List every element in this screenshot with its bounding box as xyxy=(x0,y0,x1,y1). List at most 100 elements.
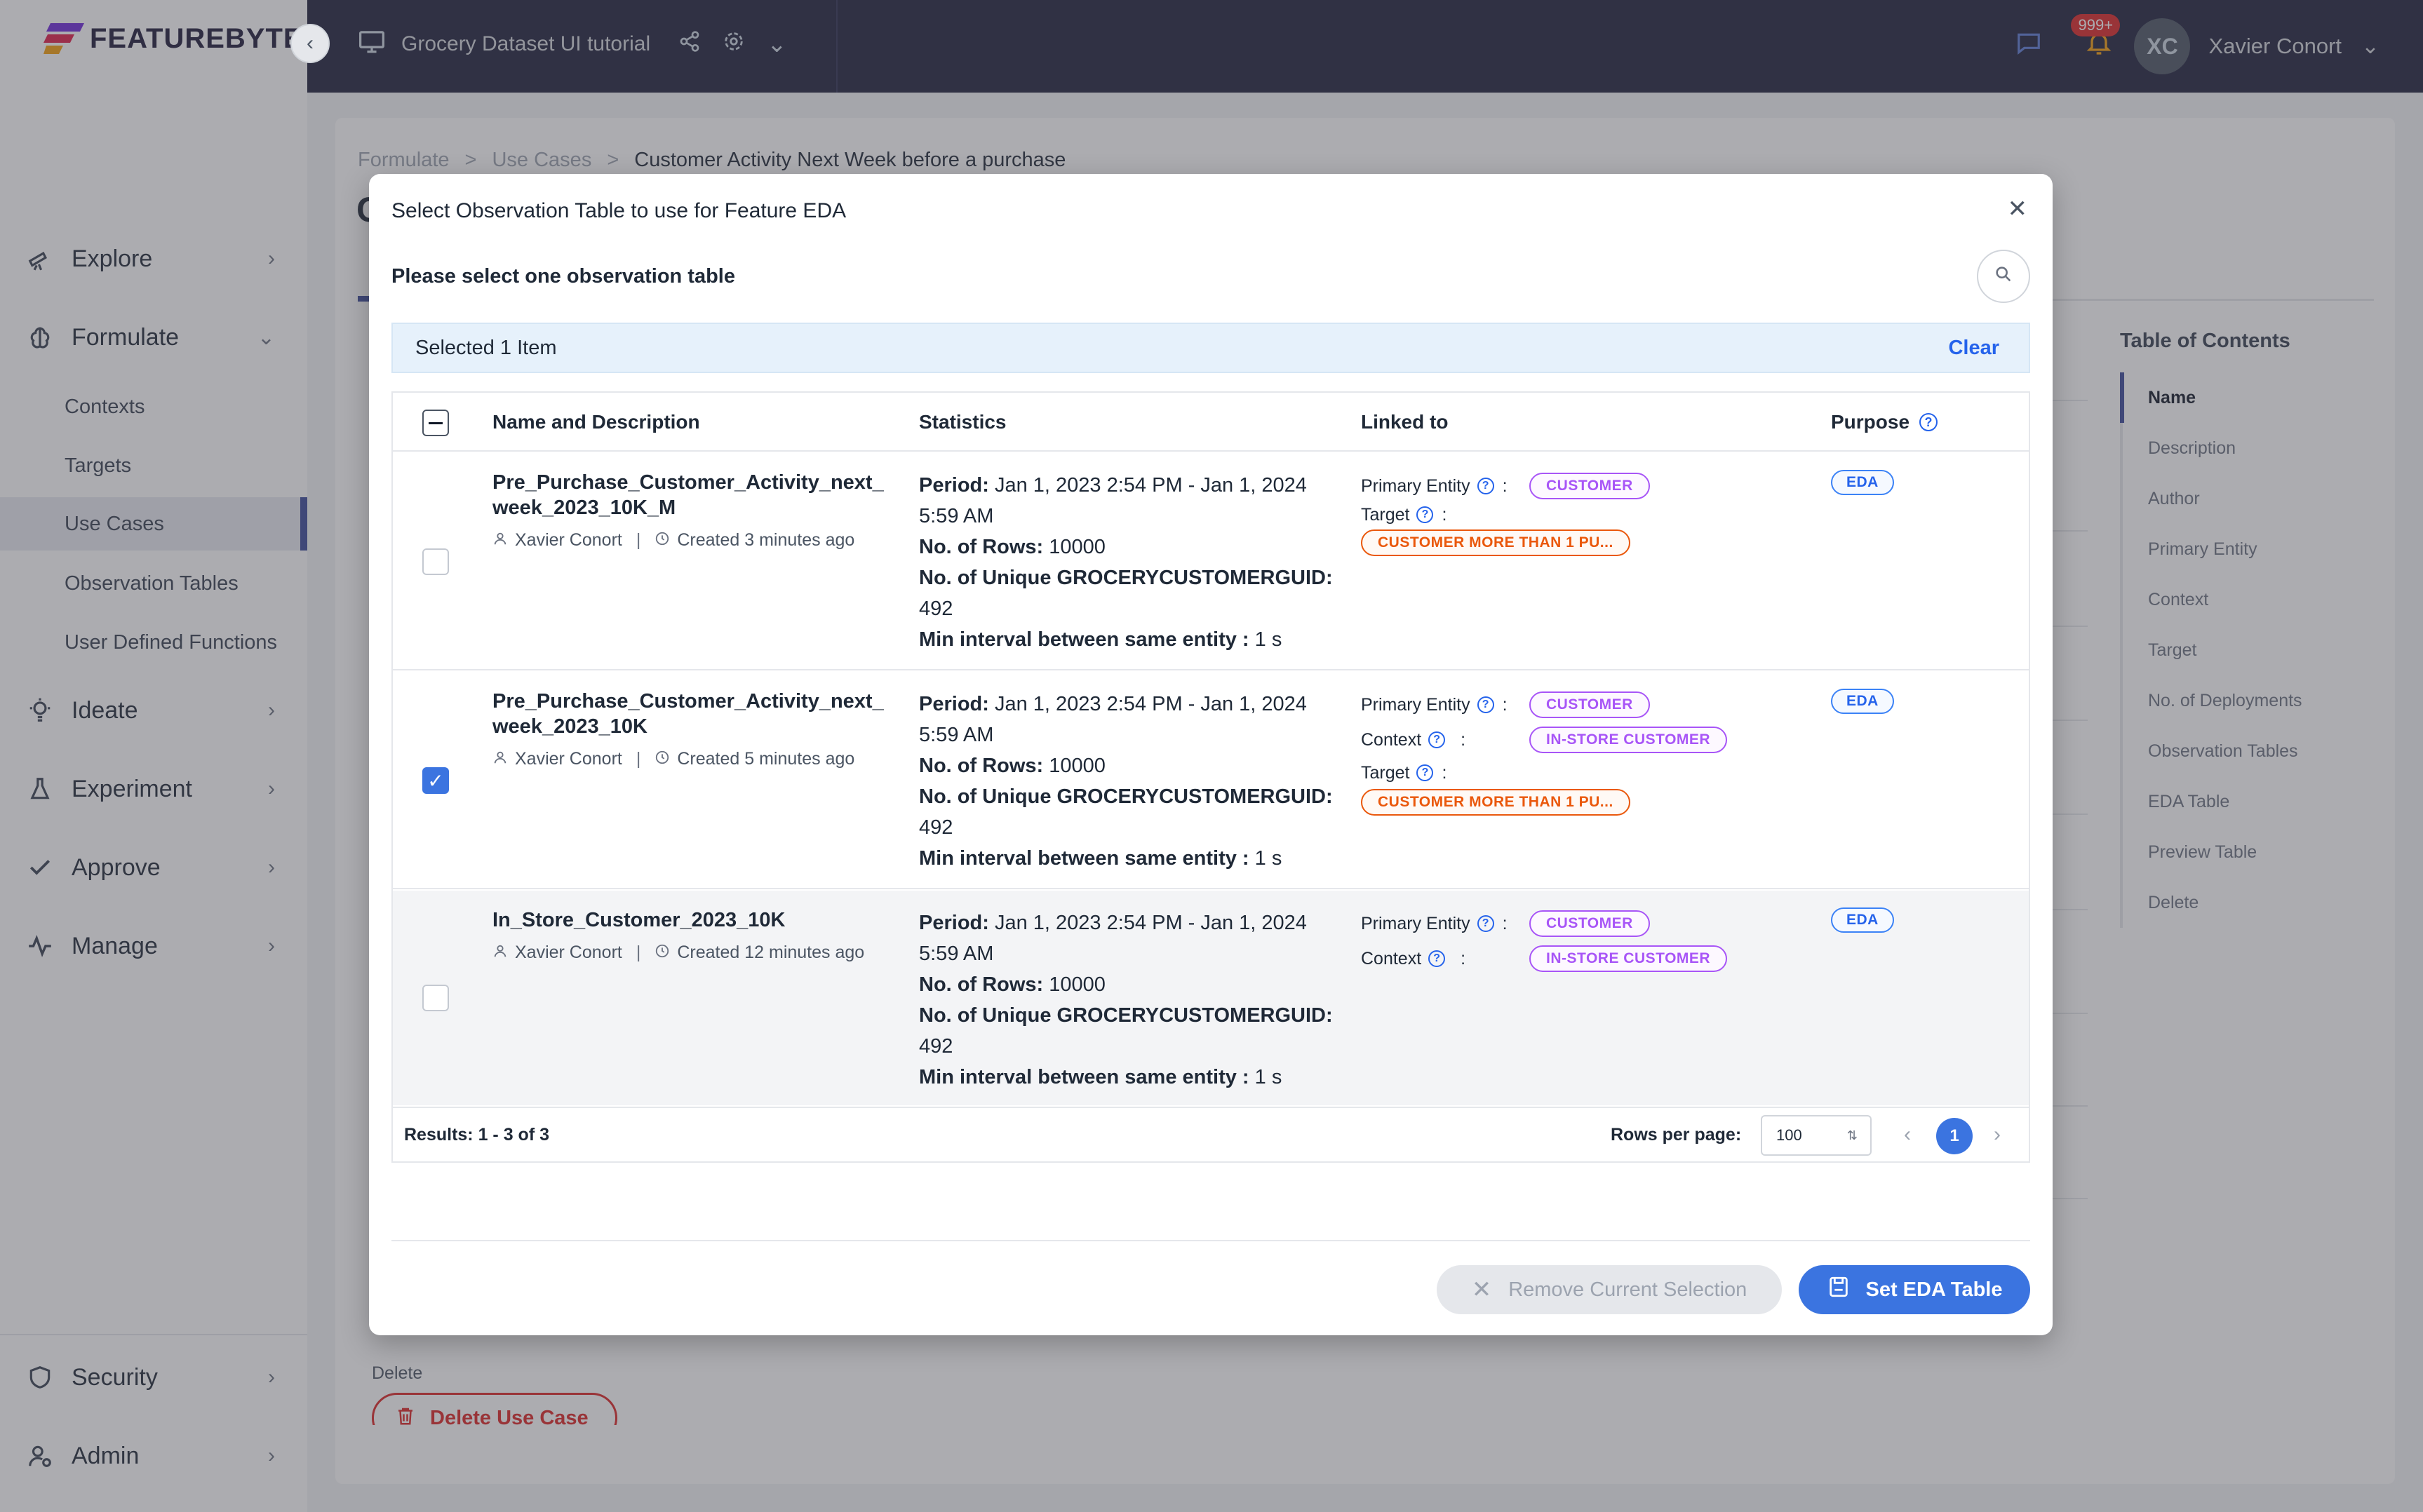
rows-per-page-label: Rows per page: xyxy=(1611,1124,1742,1145)
clock-icon xyxy=(655,943,670,963)
row-purpose: EDA xyxy=(1831,689,1894,714)
table-header: Name and Description Statistics Linked t… xyxy=(393,393,2029,452)
chevron-left-icon: ‹ xyxy=(307,32,314,55)
linked-context: Context?: IN-STORE CUSTOMER xyxy=(1361,721,1810,759)
context-pill[interactable]: IN-STORE CUSTOMER xyxy=(1529,727,1728,753)
collapse-sidebar-button[interactable]: ‹ xyxy=(290,24,330,63)
column-header-statistics: Statistics xyxy=(919,411,1007,433)
row-name-cell: In_Store_Customer_2023_10K Xavier Conort… xyxy=(492,907,892,963)
observation-table-list: Name and Description Statistics Linked t… xyxy=(391,391,2030,1163)
results-count: Results: 1 - 3 of 3 xyxy=(404,1124,549,1145)
help-icon[interactable]: ? xyxy=(1428,950,1446,967)
linked-target: Target?: xyxy=(1361,504,1447,525)
row-checkbox[interactable] xyxy=(422,985,449,1011)
column-header-name: Name and Description xyxy=(492,411,700,433)
clock-icon xyxy=(655,750,670,769)
row-statistics: Period: Jan 1, 2023 2:54 PM - Jan 1, 202… xyxy=(919,912,1333,1088)
row-created: Created 12 minutes ago xyxy=(677,943,865,962)
save-icon xyxy=(1827,1275,1851,1304)
stat-rows: 10000 xyxy=(1049,536,1106,558)
rows-per-page-select[interactable]: 100 ⇅ xyxy=(1761,1115,1872,1156)
linked-primary-entity: Primary Entity?: CUSTOMER xyxy=(1361,470,1810,502)
set-eda-table-button[interactable]: Set EDA Table xyxy=(1799,1265,2030,1314)
row-checkbox[interactable]: ✓ xyxy=(422,767,449,794)
help-icon[interactable]: ? xyxy=(1428,731,1446,748)
context-pill[interactable]: IN-STORE CUSTOMER xyxy=(1529,945,1728,972)
updown-arrow-icon: ⇅ xyxy=(1846,1128,1858,1142)
search-button[interactable] xyxy=(1977,250,2030,303)
search-icon xyxy=(1994,264,2013,289)
meta-separator: | xyxy=(636,943,641,962)
user-icon xyxy=(492,750,508,769)
next-page-button[interactable]: › xyxy=(1994,1123,2001,1147)
stat-unique: 492 xyxy=(919,816,953,839)
stat-rows: 10000 xyxy=(1049,755,1106,777)
modal-title: Select Observation Table to use for Feat… xyxy=(391,199,847,222)
row-meta: Xavier Conort | Created 3 minutes ago xyxy=(492,530,892,551)
stat-interval: 1 s xyxy=(1254,847,1282,870)
remove-current-selection-button[interactable]: ✕ Remove Current Selection xyxy=(1437,1265,1782,1314)
row-checkbox[interactable] xyxy=(422,548,449,575)
user-icon xyxy=(492,943,508,963)
purpose-pill: EDA xyxy=(1831,689,1894,714)
row-statistics: Period: Jan 1, 2023 2:54 PM - Jan 1, 202… xyxy=(919,474,1333,651)
observation-table-name: Pre_Purchase_Customer_Activity_next_week… xyxy=(492,690,884,738)
row-purpose: EDA xyxy=(1831,470,1894,495)
row-meta: Xavier Conort | Created 5 minutes ago xyxy=(492,749,892,769)
help-icon[interactable]: ? xyxy=(1416,506,1434,523)
row-author: Xavier Conort xyxy=(515,749,622,769)
linked-primary-entity: Primary Entity?: CUSTOMER xyxy=(1361,907,1810,940)
stat-unique: 492 xyxy=(919,1035,953,1058)
close-icon: ✕ xyxy=(1471,1276,1492,1303)
stat-rows: 10000 xyxy=(1049,973,1106,996)
help-icon[interactable]: ? xyxy=(1477,478,1494,494)
target-pill[interactable]: CUSTOMER MORE THAN 1 PU... xyxy=(1361,789,1630,816)
column-header-purpose: Purpose? xyxy=(1831,411,1938,433)
row-created: Created 3 minutes ago xyxy=(677,530,855,550)
row-purpose: EDA xyxy=(1831,907,1894,933)
entity-pill[interactable]: CUSTOMER xyxy=(1529,473,1650,499)
row-meta: Xavier Conort | Created 12 minutes ago xyxy=(492,943,892,963)
linked-primary-entity: Primary Entity?: CUSTOMER xyxy=(1361,689,1810,721)
select-observation-table-modal: Select Observation Table to use for Feat… xyxy=(369,174,2053,1335)
close-icon[interactable]: ✕ xyxy=(2008,195,2028,223)
table-row[interactable]: ✓ Pre_Purchase_Customer_Activity_next_we… xyxy=(393,672,2029,889)
help-icon[interactable]: ? xyxy=(1919,413,1938,431)
linked-target: Target?: xyxy=(1361,762,1447,783)
purpose-pill: EDA xyxy=(1831,470,1894,495)
target-pill[interactable]: CUSTOMER MORE THAN 1 PU... xyxy=(1361,529,1630,556)
clock-icon xyxy=(655,531,670,551)
stat-interval: 1 s xyxy=(1254,628,1282,651)
selected-count: Selected 1 Item xyxy=(415,336,557,359)
help-icon[interactable]: ? xyxy=(1477,696,1494,713)
row-created: Created 5 minutes ago xyxy=(677,749,855,769)
entity-pill[interactable]: CUSTOMER xyxy=(1529,691,1650,718)
row-author: Xavier Conort xyxy=(515,530,622,550)
row-author: Xavier Conort xyxy=(515,943,622,962)
modal-subtitle: Please select one observation table xyxy=(391,265,735,288)
help-icon[interactable]: ? xyxy=(1477,915,1494,932)
table-footer: Results: 1 - 3 of 3 Rows per page: 100 ⇅… xyxy=(393,1107,2029,1161)
entity-pill[interactable]: CUSTOMER xyxy=(1529,910,1650,937)
linked-context: Context?: IN-STORE CUSTOMER xyxy=(1361,940,1810,978)
table-row[interactable]: In_Store_Customer_2023_10K Xavier Conort… xyxy=(393,891,2029,1105)
purpose-pill: EDA xyxy=(1831,907,1894,933)
modal-footer-divider xyxy=(391,1240,2030,1241)
clear-selection-link[interactable]: Clear xyxy=(1948,337,1999,360)
table-row[interactable]: Pre_Purchase_Customer_Activity_next_week… xyxy=(393,453,2029,670)
column-header-linked: Linked to xyxy=(1361,411,1449,433)
previous-page-button[interactable]: ‹ xyxy=(1904,1123,1911,1147)
row-name-cell: Pre_Purchase_Customer_Activity_next_week… xyxy=(492,689,892,769)
select-all-checkbox[interactable] xyxy=(422,410,449,436)
row-linked: Primary Entity?: CUSTOMER Context?: IN-S… xyxy=(1361,907,1810,978)
row-linked: Primary Entity?: CUSTOMER Target?: CUSTO… xyxy=(1361,470,1810,558)
row-statistics: Period: Jan 1, 2023 2:54 PM - Jan 1, 202… xyxy=(919,693,1333,870)
stat-interval: 1 s xyxy=(1254,1066,1282,1088)
row-name-cell: Pre_Purchase_Customer_Activity_next_week… xyxy=(492,470,892,551)
stat-unique: 492 xyxy=(919,598,953,620)
selection-banner: Selected 1 Item Clear xyxy=(391,323,2030,373)
meta-separator: | xyxy=(636,530,641,550)
page-button-current[interactable]: 1 xyxy=(1936,1118,1973,1154)
observation-table-name: In_Store_Customer_2023_10K xyxy=(492,909,786,931)
help-icon[interactable]: ? xyxy=(1416,764,1434,781)
